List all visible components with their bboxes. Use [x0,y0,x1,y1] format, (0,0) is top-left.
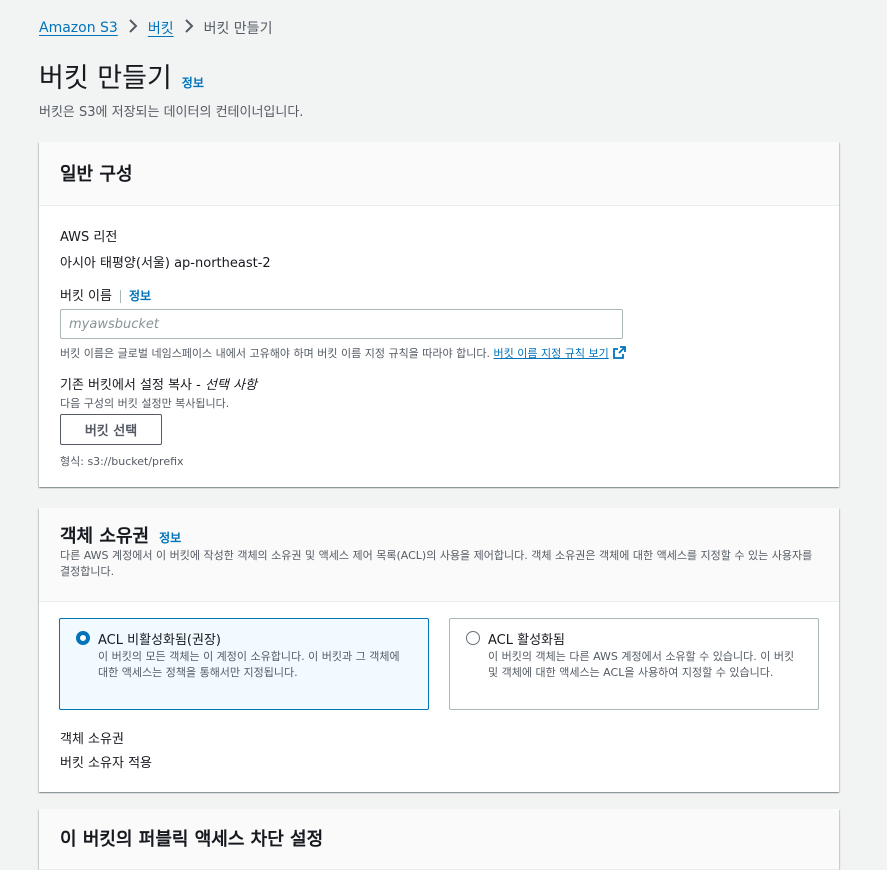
acl-disabled-title: ACL 비활성화됨(권장) [98,633,221,648]
copy-settings-hint: 다음 구성의 버킷 설정만 복사됩니다. [60,397,230,410]
object-owner-label: 객체 소유권 [60,732,124,747]
bucket-name-hint-text: 버킷 이름은 글로벌 네임스페이스 내에서 고유해야 하며 버킷 이름 지정 규… [60,347,491,360]
object-ownership-panel: 객체 소유권 정보 다른 AWS 계정에서 이 버킷에 작성한 객체의 소유권 … [39,508,839,792]
block-public-access-header: 이 버킷의 퍼블릭 액세스 차단 설정 [39,809,839,870]
choose-bucket-button[interactable]: 버킷 선택 [60,414,162,445]
label-divider [119,290,121,303]
radio-selected-icon[interactable] [76,631,90,645]
object-owner-value: 버킷 소유자 적용 [60,756,152,771]
block-public-access-title: 이 버킷의 퍼블릭 액세스 차단 설정 [60,829,324,850]
object-ownership-info-link[interactable]: 정보 [159,529,181,546]
object-ownership-header: 객체 소유권 정보 다른 AWS 계정에서 이 버킷에 작성한 객체의 소유권 … [39,508,839,602]
acl-disabled-option[interactable]: ACL 비활성화됨(권장) 이 버킷의 모든 객체는 이 계정이 소유합니다. … [59,618,429,710]
breadcrumb-current: 버킷 만들기 [203,21,273,37]
page-header: 버킷 만들기 정보 [39,56,204,95]
general-config-panel: 일반 구성 AWS 리전 아시아 태평양(서울) ap-northeast-2 … [39,142,839,487]
region-value: 아시아 태평양(서울) ap-northeast-2 [60,256,271,271]
bucket-name-label: 버킷 이름 [60,289,112,304]
acl-enabled-option[interactable]: ACL 활성화됨 이 버킷의 객체는 다른 AWS 계정에서 소유할 수 있습니… [449,618,819,710]
copy-settings-label: 기존 버킷에서 설정 복사 - 선택 사항 [60,374,257,393]
copy-settings-label-text: 기존 버킷에서 설정 복사 - [60,378,201,393]
general-config-header: 일반 구성 [39,142,839,206]
acl-enabled-description: 이 버킷의 객체는 다른 AWS 계정에서 소유할 수 있습니다. 이 버킷 및… [488,650,795,679]
bucket-name-input[interactable] [60,309,623,339]
object-ownership-title-row: 객체 소유권 정보 [60,522,181,548]
naming-rules-link[interactable]: 버킷 이름 지정 규칙 보기 [494,347,609,360]
acl-enabled-title: ACL 활성화됨 [488,633,565,648]
chevron-right-icon [128,19,138,37]
page-description: 버킷은 S3에 저장되는 데이터의 컨테이너입니다. [39,105,304,120]
block-public-access-panel: 이 버킷의 퍼블릭 액세스 차단 설정 [39,809,839,870]
bucket-name-label-row: 버킷 이름 정보 [60,285,151,304]
external-link-icon[interactable] [612,346,626,362]
object-ownership-title: 객체 소유권 [60,526,150,547]
page-info-link[interactable]: 정보 [182,74,204,91]
acl-disabled-description: 이 버킷의 모든 객체는 이 계정이 소유합니다. 이 버킷과 그 객체에 대한… [98,650,400,679]
breadcrumb: Amazon S3 버킷 버킷 만들기 [39,18,272,38]
region-label: AWS 리전 [60,230,118,245]
format-hint: 형식: s3://bucket/prefix [60,455,184,468]
copy-settings-optional: 선택 사항 [204,378,257,393]
object-ownership-description: 다른 AWS 계정에서 이 버킷에 작성한 객체의 소유권 및 액세스 제어 목… [60,549,813,578]
breadcrumb-buckets[interactable]: 버킷 [148,18,174,38]
bucket-name-hint: 버킷 이름은 글로벌 네임스페이스 내에서 고유해야 하며 버킷 이름 지정 규… [60,345,626,362]
radio-unselected-icon[interactable] [466,631,480,645]
chevron-right-icon [184,19,194,37]
breadcrumb-amazon-s3[interactable]: Amazon S3 [39,20,118,36]
general-config-title: 일반 구성 [60,164,133,185]
bucket-name-info-link[interactable]: 정보 [129,289,151,303]
page-title: 버킷 만들기 [39,63,172,94]
